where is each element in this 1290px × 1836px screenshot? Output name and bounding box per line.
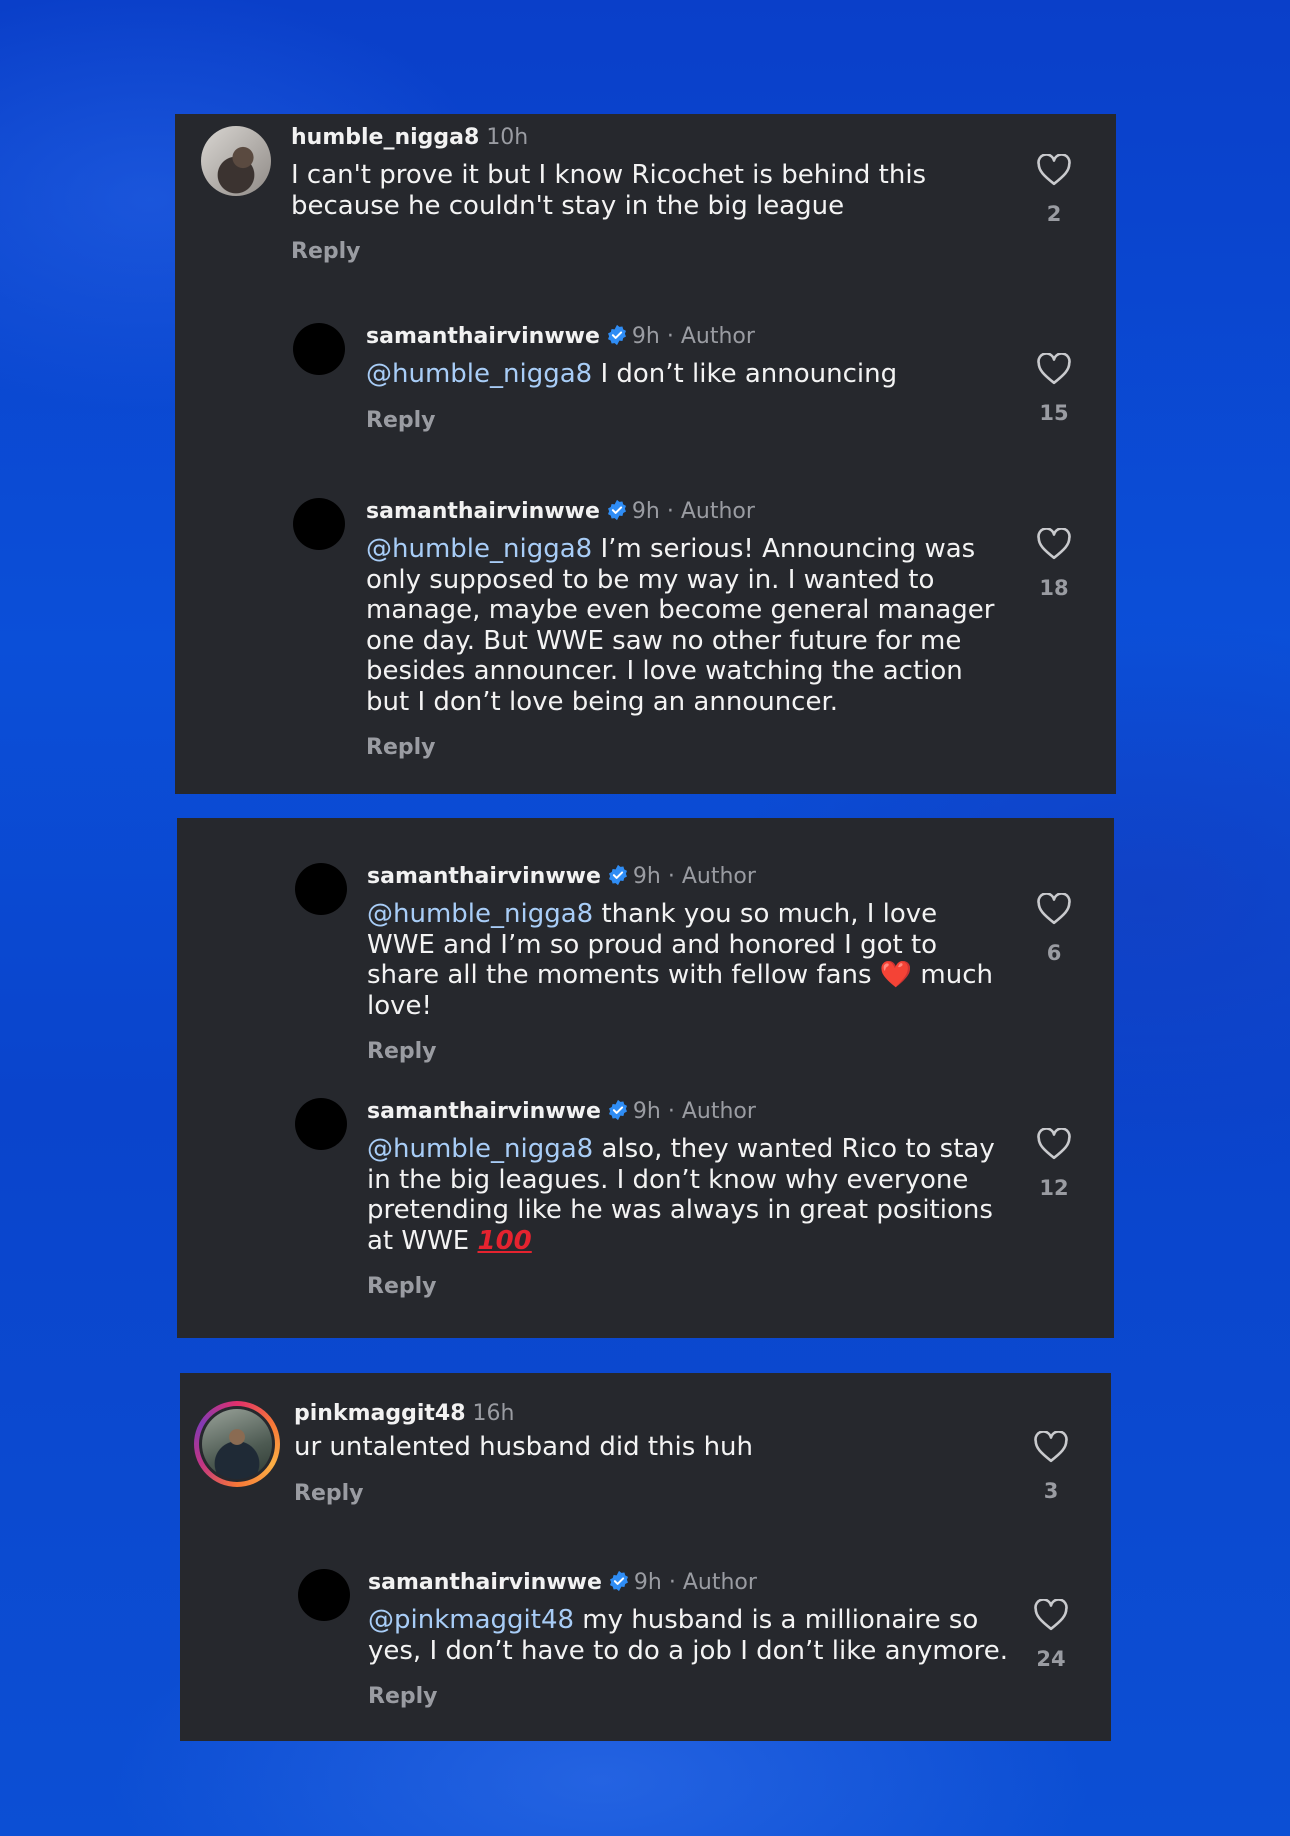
like-button[interactable]: 12 [1024,1128,1084,1200]
comment-meta: samanthairvinwwe 9h · Author [367,1098,1007,1126]
username[interactable]: samanthairvinwwe [367,1099,601,1124]
comment-text-body: I don’t like announcing [592,359,898,389]
author-label: Author [681,864,756,889]
verified-badge-icon [609,1570,628,1592]
comment-meta: humble_nigga8 10h [291,124,931,152]
like-button[interactable]: 24 [1021,1599,1081,1671]
comment-meta: samanthairvinwwe 9h · Author [367,863,1007,891]
like-button[interactable]: 2 [1024,154,1084,226]
avatar[interactable] [298,1569,350,1621]
separator: · [666,324,674,349]
separator: · [666,499,674,524]
hundred-points-emoji: 100 [477,1225,532,1256]
author-label: Author [680,499,755,524]
comment-text: @humble_nigga8 I don’t like announcing [366,359,1006,390]
heart-outline-icon [1037,353,1071,385]
username[interactable]: humble_nigga8 [291,125,479,150]
comment-meta: pinkmaggit48 16h [294,1400,934,1428]
separator: · [667,1099,675,1124]
mention-link[interactable]: @humble_nigga8 [366,534,592,564]
like-button[interactable]: 15 [1024,353,1084,425]
avatar[interactable] [194,1401,280,1487]
avatar[interactable] [295,863,347,915]
author-label: Author [682,1570,757,1595]
username[interactable]: samanthairvinwwe [367,864,601,889]
heart-outline-icon [1034,1599,1068,1631]
reply-button[interactable]: Reply [291,239,931,264]
heart-outline-icon [1037,528,1071,560]
timestamp: 16h [472,1401,515,1426]
heart-emoji: ❤️ [879,960,913,990]
reply-button[interactable]: Reply [368,1684,1008,1709]
timestamp: 9h [632,864,661,889]
reply-button[interactable]: Reply [367,1274,1007,1299]
timestamp: 9h [631,499,660,524]
like-count: 18 [1039,576,1069,600]
mention-link[interactable]: @humble_nigga8 [366,359,592,389]
comment-text: @humble_nigga8 I’m serious! Announcing w… [366,534,1006,717]
comment-meta: samanthairvinwwe 9h · Author [366,498,1006,526]
like-count: 15 [1039,401,1069,425]
avatar[interactable] [293,498,345,550]
avatar[interactable] [293,323,345,375]
mention-link[interactable]: @humble_nigga8 [367,1134,593,1164]
like-count: 6 [1046,941,1062,965]
username[interactable]: pinkmaggit48 [294,1401,466,1426]
avatar[interactable] [295,1098,347,1150]
like-button[interactable]: 3 [1021,1431,1081,1503]
username[interactable]: samanthairvinwwe [366,324,600,349]
timestamp: 9h [632,1099,661,1124]
verified-badge-icon [607,499,626,521]
avatar-photo [202,1409,272,1479]
avatar[interactable] [201,126,271,196]
like-count: 24 [1036,1647,1066,1671]
heart-outline-icon [1034,1431,1068,1463]
verified-badge-icon [608,864,627,886]
reply-button[interactable]: Reply [294,1481,934,1506]
comment-meta: samanthairvinwwe 9h · Author [368,1569,1008,1597]
comment-text: @pinkmaggit48 my husband is a millionair… [368,1605,1008,1666]
mention-link[interactable]: @pinkmaggit48 [368,1605,574,1635]
author-label: Author [680,324,755,349]
verified-badge-icon [608,1099,627,1121]
username[interactable]: samanthairvinwwe [366,499,600,524]
timestamp: 9h [633,1570,662,1595]
avatar-story-ring [199,1406,275,1482]
username[interactable]: samanthairvinwwe [368,1570,602,1595]
reply-button[interactable]: Reply [366,735,1006,760]
comment-card-2: samanthairvinwwe 9h · Author @humble_nigg… [177,818,1114,1338]
timestamp: 10h [486,125,529,150]
comment-text: @humble_nigga8 also, they wanted Rico to… [367,1134,1007,1256]
like-count: 3 [1043,1479,1059,1503]
like-count: 12 [1039,1176,1069,1200]
reply-button[interactable]: Reply [366,408,1006,433]
mention-link[interactable]: @humble_nigga8 [367,899,593,929]
comment-card-3: pinkmaggit48 16h ur untalented husband d… [180,1373,1111,1741]
like-button[interactable]: 18 [1024,528,1084,600]
heart-outline-icon [1037,1128,1071,1160]
like-count: 2 [1046,202,1062,226]
like-button[interactable]: 6 [1024,893,1084,965]
verified-badge-icon [607,324,626,346]
comment-text: @humble_nigga8 thank you so much, I love… [367,899,1007,1021]
separator: · [668,1570,676,1595]
comment-item: humble_nigga8 10h I can't prove it but I… [175,114,1116,314]
heart-outline-icon [1037,154,1071,186]
timestamp: 9h [631,324,660,349]
reply-button[interactable]: Reply [367,1039,1007,1064]
heart-outline-icon [1037,893,1071,925]
comment-card-1: humble_nigga8 10h I can't prove it but I… [175,114,1116,794]
comment-text: I can't prove it but I know Ricochet is … [291,160,927,221]
separator: · [667,864,675,889]
author-label: Author [681,1099,756,1124]
comment-meta: samanthairvinwwe 9h · Author [366,323,1006,351]
comment-text: ur untalented husband did this huh [294,1432,753,1462]
